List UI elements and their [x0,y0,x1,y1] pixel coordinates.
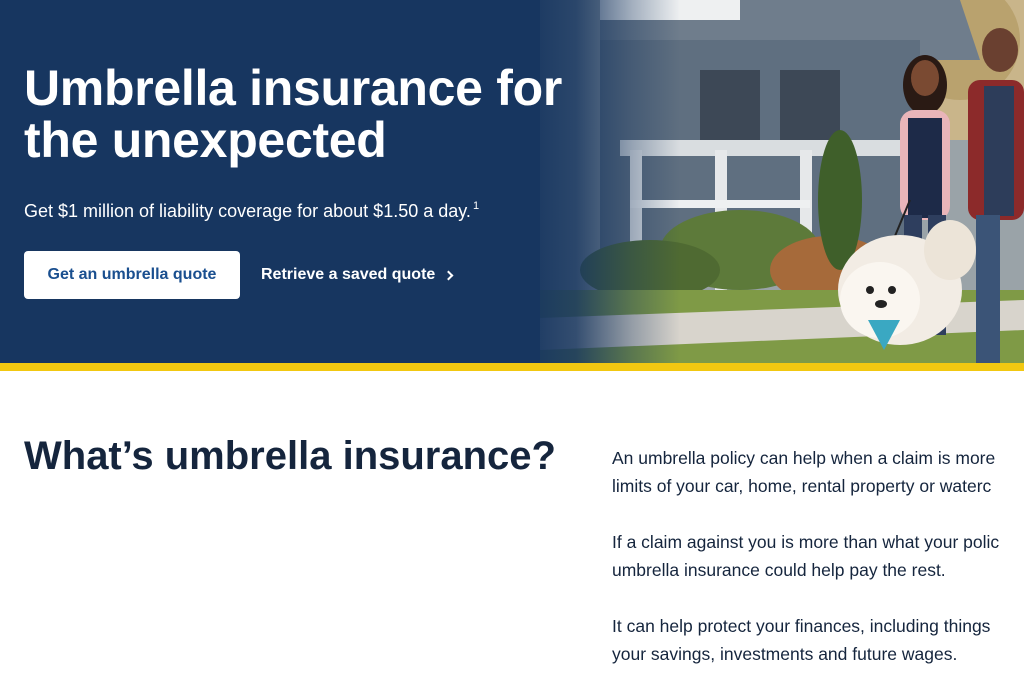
hero-subtitle: Get $1 million of liability coverage for… [24,194,564,223]
paragraph-2-line-1: If a claim against you is more than what… [612,532,1000,552]
hero-title-line1: Umbrella insurance for [24,60,563,116]
hero-subtitle-text: Get $1 million of liability coverage for… [24,201,471,221]
paragraph-1: An umbrella policy can help when a claim… [612,444,1024,500]
paragraph-3-line-1: It can help protect your finances, inclu… [612,616,991,636]
paragraph-2-line-2: umbrella insurance could help pay the re… [612,560,946,580]
hero-banner: Umbrella insurance for the unexpected Ge… [0,0,1024,363]
hero-title: Umbrella insurance for the unexpected [24,62,584,166]
paragraph-1-line-2: limits of your car, home, rental propert… [612,476,992,496]
chevron-right-icon [443,270,454,280]
retrieve-saved-quote-label: Retrieve a saved quote [261,266,436,283]
paragraph-3-line-2: your savings, investments and future wag… [612,644,958,664]
paragraph-1-line-1: An umbrella policy can help when a claim… [612,448,996,468]
hero-title-line2: the unexpected [24,112,387,168]
paragraph-3: It can help protect your finances, inclu… [612,612,1024,668]
paragraph-2: If a claim against you is more than what… [612,528,1024,584]
section-body: An umbrella policy can help when a claim… [612,444,1024,696]
retrieve-saved-quote-link[interactable]: Retrieve a saved quote [261,263,454,287]
accent-divider [0,363,1024,371]
footnote-marker[interactable]: 1 [473,200,479,212]
section-heading: What’s umbrella insurance? [24,434,556,478]
hero-gradient-overlay [520,0,680,363]
get-umbrella-quote-button[interactable]: Get an umbrella quote [24,251,240,299]
